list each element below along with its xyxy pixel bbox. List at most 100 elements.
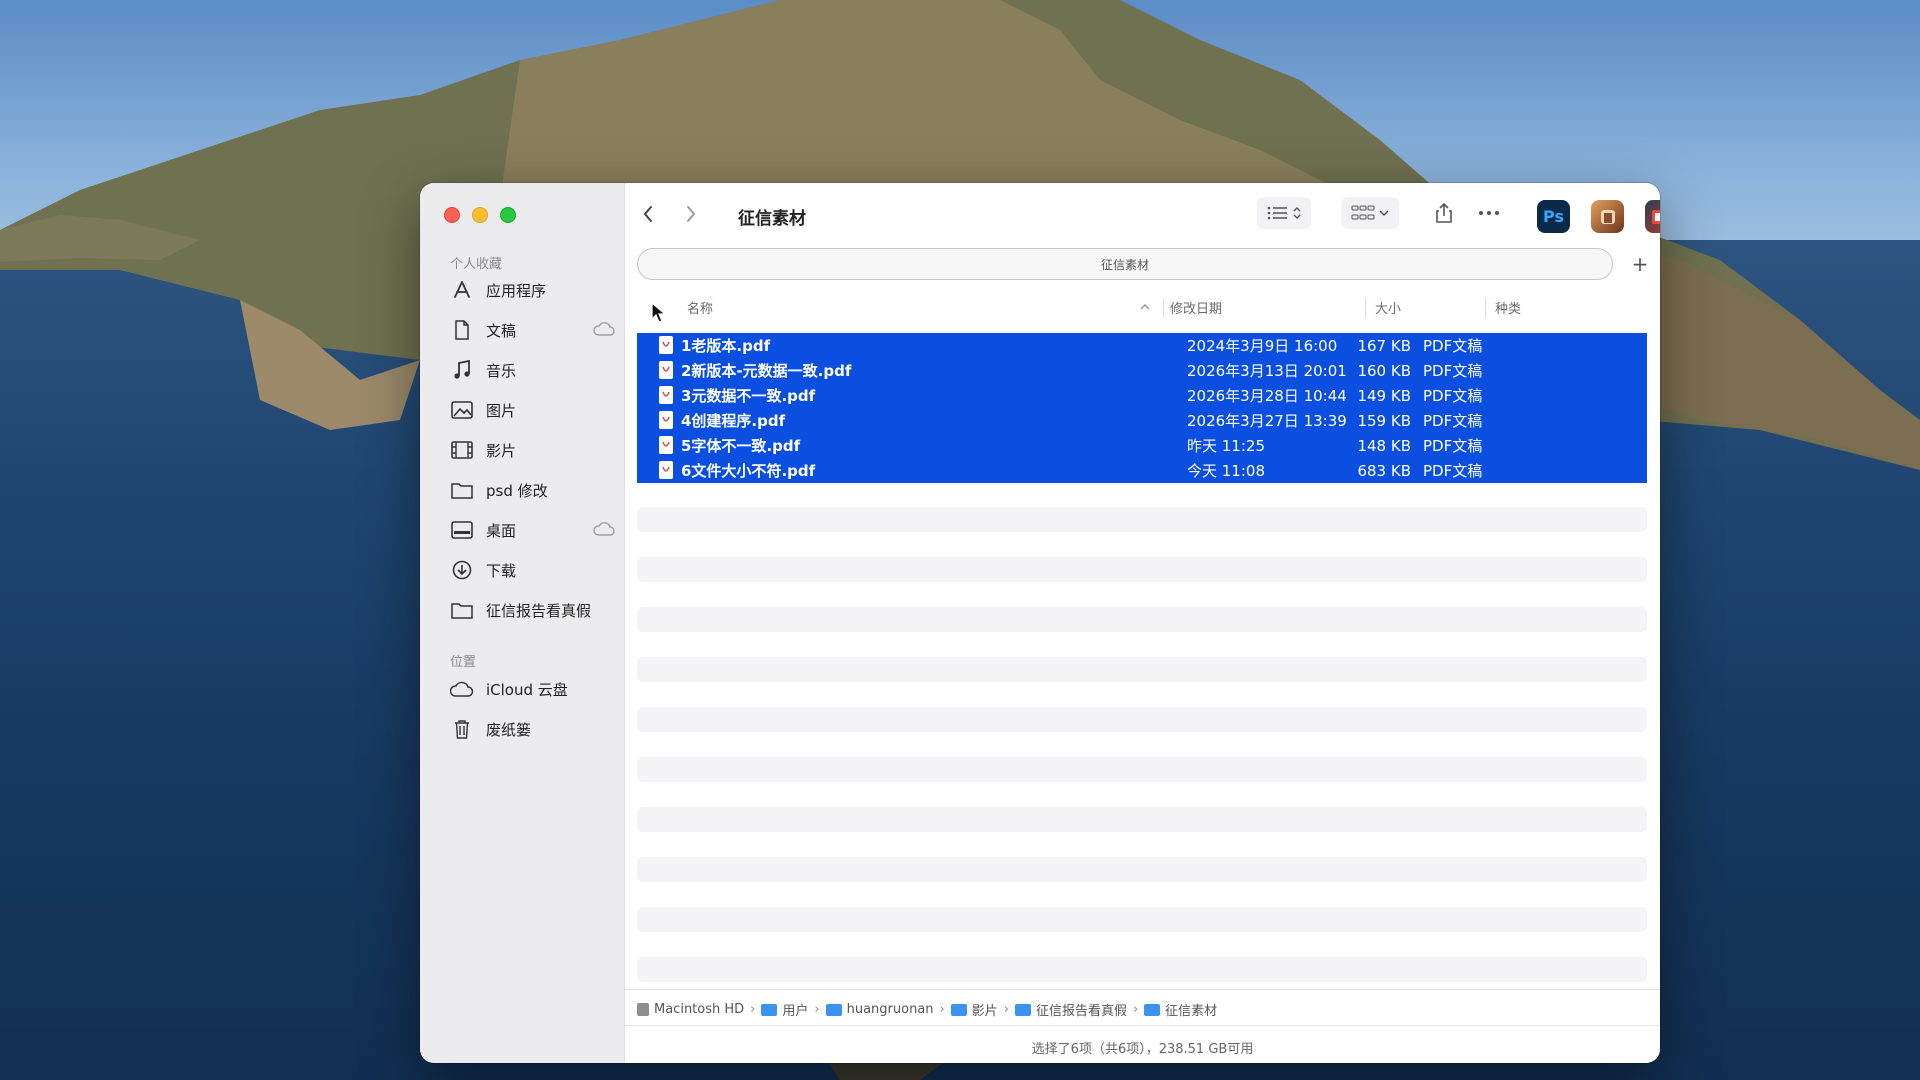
empty-row	[637, 657, 1647, 682]
column-divider	[1163, 298, 1164, 318]
breadcrumb: Macintosh HD › 用户 › huangruonan › 影片 › 征…	[637, 1000, 1217, 1019]
file-kind: PDF文稿	[1423, 437, 1483, 455]
favorites-heading: 个人收藏	[450, 257, 503, 272]
sidebar-item-label: 音乐	[486, 361, 517, 380]
maximize-button[interactable]	[500, 207, 516, 223]
minimize-button[interactable]	[472, 207, 488, 223]
file-name: 2新版本-元数据一致.pdf	[681, 362, 852, 380]
column-header-size[interactable]: 大小	[1375, 292, 1401, 322]
table-row[interactable]: 4创建程序.pdf 2026年3月27日 13:39 159 KB PDF文稿	[637, 408, 1647, 433]
column-header-name[interactable]: 名称	[687, 292, 713, 322]
icloud-icon	[450, 678, 474, 700]
share-icon	[1436, 202, 1452, 223]
breadcrumb-separator: ›	[939, 1002, 945, 1017]
empty-row	[637, 707, 1647, 732]
icloud-sync-icon	[593, 322, 615, 340]
list-view-icon	[1267, 206, 1287, 220]
app-glyph-icon	[1600, 209, 1615, 224]
table-row[interactable]: 2新版本-元数据一致.pdf 2026年3月13日 20:01 160 KB P…	[637, 358, 1647, 383]
empty-row	[637, 557, 1647, 582]
sidebar-item-desktop[interactable]: 桌面	[450, 514, 615, 546]
document-icon	[450, 319, 474, 341]
group-button[interactable]	[1341, 197, 1399, 229]
sidebar-item-downloads[interactable]: 下载	[450, 554, 615, 586]
empty-row	[637, 807, 1647, 832]
path-field[interactable]: 征信素材	[637, 248, 1613, 280]
trash-icon	[450, 718, 474, 740]
breadcrumb-separator: ›	[814, 1002, 820, 1017]
file-size: 683 KB	[1357, 461, 1411, 480]
sidebar-item-movies[interactable]: 影片	[450, 434, 615, 466]
divider	[625, 989, 1660, 990]
share-button[interactable]	[1426, 197, 1462, 229]
file-size: 148 KB	[1357, 436, 1411, 455]
disk-icon	[637, 1003, 649, 1016]
photoshop-app-icon[interactable]: Ps	[1537, 200, 1570, 233]
empty-row	[637, 507, 1647, 532]
breadcrumb-item[interactable]: 影片	[950, 1000, 998, 1019]
sidebar-item-label: 图片	[486, 401, 517, 420]
column-header-date[interactable]: 修改日期	[1170, 292, 1222, 322]
sidebar-item-label: 文稿	[486, 321, 517, 340]
app-icon-2[interactable]	[1591, 200, 1624, 233]
photo-icon	[450, 399, 474, 421]
sidebar-item-credit-reports[interactable]: 征信报告看真假	[450, 594, 615, 626]
breadcrumb-item[interactable]: Macintosh HD	[637, 1002, 744, 1017]
music-icon	[450, 359, 474, 381]
pdf-file-icon	[659, 436, 673, 454]
column-header-kind[interactable]: 种类	[1495, 292, 1521, 322]
sidebar-item-label: 征信报告看真假	[486, 601, 592, 620]
applications-icon	[450, 279, 474, 301]
app-glyph-icon	[1651, 209, 1660, 224]
locations-heading: 位置	[450, 655, 477, 670]
breadcrumb-separator: ›	[1132, 1002, 1139, 1017]
empty-row	[637, 757, 1647, 782]
status-bar: 选择了6项（共6项），238.51 GB可用	[1031, 1042, 1254, 1057]
folder-icon	[950, 1003, 967, 1016]
folder-icon	[450, 479, 474, 501]
sidebar-item-trash[interactable]: 废纸篓	[450, 713, 615, 745]
app-icon-3[interactable]	[1645, 200, 1660, 233]
sidebar-item-label: 应用程序	[486, 281, 547, 300]
sidebar-item-label: 影片	[486, 441, 517, 460]
more-button[interactable]	[1471, 197, 1507, 229]
sidebar-item-label: psd 修改	[486, 481, 548, 500]
breadcrumb-item[interactable]: 用户	[761, 1000, 808, 1019]
table-row[interactable]: 6文件大小不符.pdf 今天 11:08 683 KB PDF文稿	[637, 458, 1647, 483]
sidebar-item-psd[interactable]: psd 修改	[450, 474, 615, 506]
pdf-file-icon	[659, 361, 673, 379]
sidebar-item-applications[interactable]: 应用程序	[450, 274, 615, 306]
icloud-sync-icon	[593, 522, 615, 540]
table-row[interactable]: 1老版本.pdf 2024年3月9日 16:00 167 KB PDF文稿	[637, 333, 1647, 358]
back-button[interactable]	[635, 201, 661, 227]
sidebar-item-music[interactable]: 音乐	[450, 354, 615, 386]
pdf-file-icon	[659, 461, 673, 479]
file-kind: PDF文稿	[1423, 362, 1483, 380]
breadcrumb-item[interactable]: 征信素材	[1144, 1000, 1217, 1019]
table-row[interactable]: 3元数据不一致.pdf 2026年3月28日 10:44 149 KB PDF文…	[637, 383, 1647, 408]
breadcrumb-item[interactable]: 征信报告看真假	[1014, 1000, 1127, 1019]
toolbar: 征信素材 Ps	[625, 183, 1660, 239]
column-divider	[1485, 298, 1486, 318]
file-size: 167 KB	[1357, 336, 1411, 355]
table-row[interactable]: 5字体不一致.pdf 昨天 11:25 148 KB PDF文稿	[637, 433, 1647, 458]
add-tab-button[interactable]: +	[1625, 249, 1655, 279]
window-title: 征信素材	[738, 209, 806, 229]
close-button[interactable]	[444, 207, 460, 223]
forward-button[interactable]	[678, 201, 704, 227]
folder-icon	[1014, 1003, 1031, 1016]
chevron-down-icon	[1379, 210, 1389, 217]
pdf-file-icon	[659, 336, 673, 354]
sidebar-item-icloud[interactable]: iCloud 云盘	[450, 673, 615, 705]
window-controls	[444, 207, 516, 223]
breadcrumb-item[interactable]: huangruonan	[825, 1002, 934, 1017]
file-name: 6文件大小不符.pdf	[681, 462, 816, 480]
sort-ascending-icon	[1140, 292, 1150, 322]
pdf-file-icon	[659, 386, 673, 404]
file-size: 149 KB	[1357, 386, 1411, 405]
sidebar-item-documents[interactable]: 文稿	[450, 314, 615, 346]
file-kind: PDF文稿	[1423, 412, 1483, 430]
sidebar-item-pictures[interactable]: 图片	[450, 394, 615, 426]
sidebar-item-label: iCloud 云盘	[486, 680, 568, 699]
view-mode-button[interactable]	[1257, 197, 1311, 229]
